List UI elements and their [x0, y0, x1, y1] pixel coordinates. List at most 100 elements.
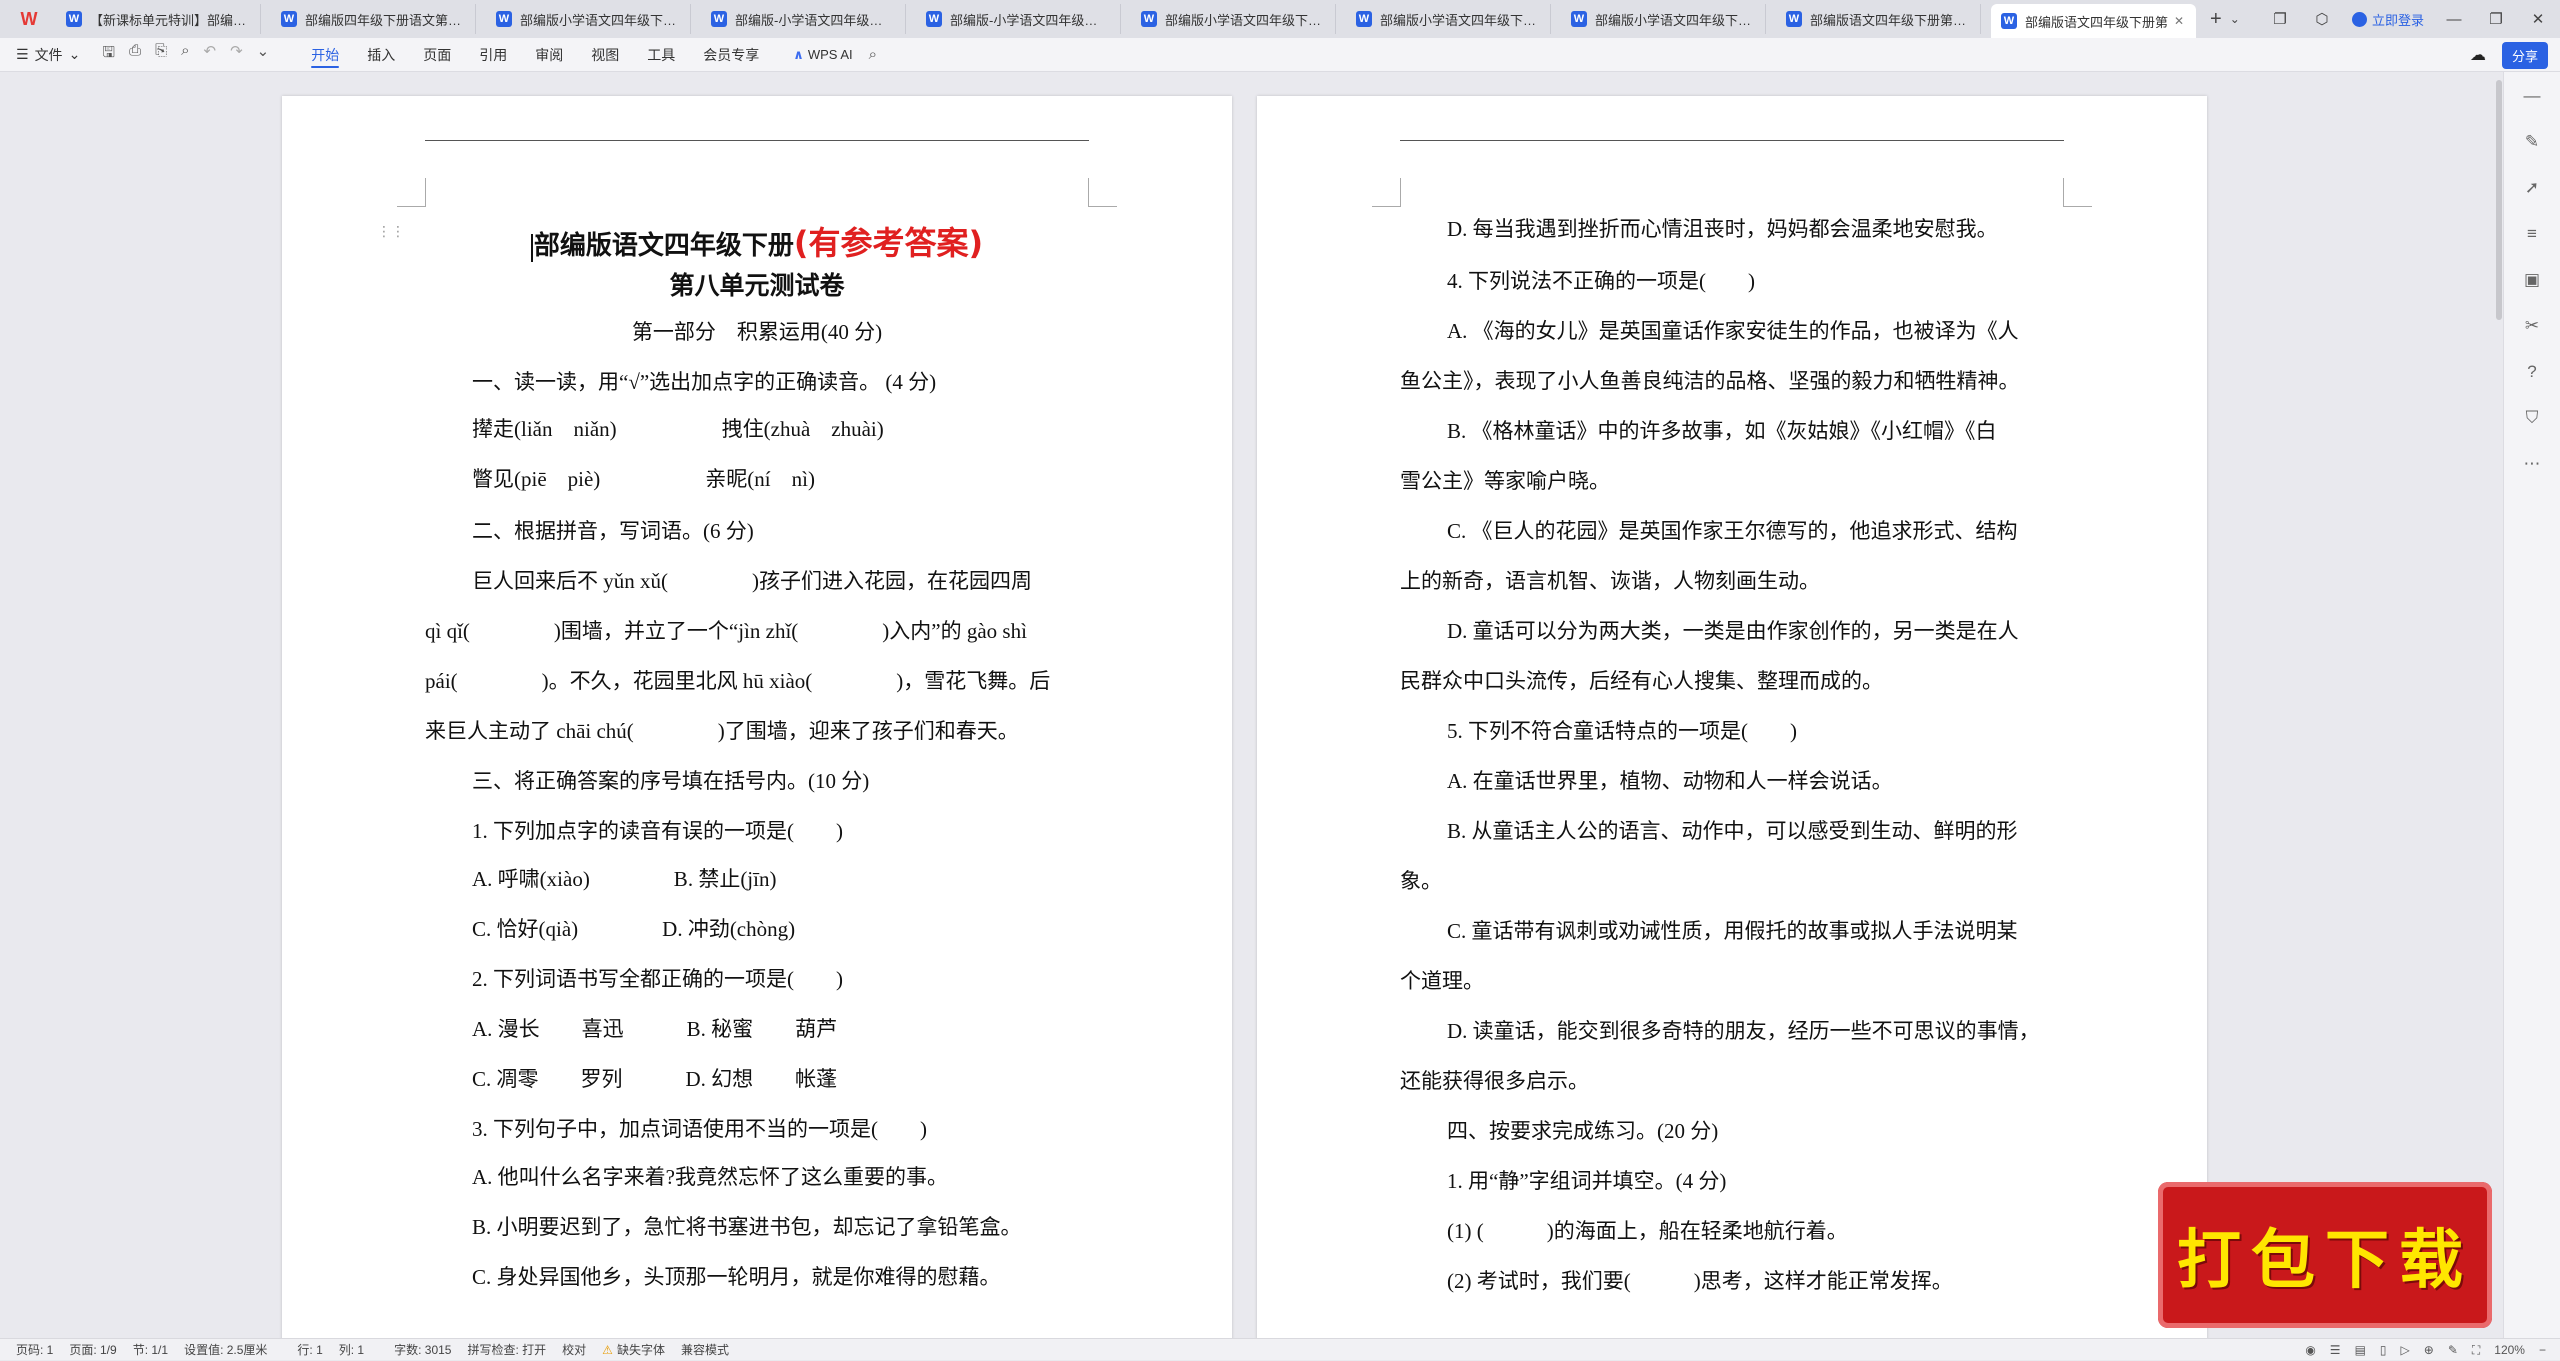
paragraph-line: pái( )。不久，花园里北风 hū xiào( )，雪花飞舞。后	[425, 669, 1051, 693]
close-icon[interactable]: ✕	[2174, 14, 2184, 28]
pen-mode-icon[interactable]: ✎	[2448, 1343, 2458, 1357]
document-tab[interactable]: W 部编版小学语文四年级下册第8	[1346, 4, 1551, 34]
status-setting-value[interactable]: 设置值: 2.5厘米	[184, 1341, 267, 1358]
close-window-icon[interactable]: ✕	[2526, 10, 2550, 28]
document-canvas[interactable]: ⋮⋮ 部编版语文四年级下册(有参考答案) 第八单元测试卷 第一部分 积累运用(4…	[0, 72, 2490, 1338]
status-missing-font[interactable]: 缺失字体	[617, 1341, 665, 1358]
zoom-out-icon[interactable]: −	[2539, 1343, 2546, 1357]
document-page-2[interactable]: D. 每当我遇到挫折而心情沮丧时，妈妈都会温柔地安慰我。 4. 下列说法不正确的…	[1257, 96, 2207, 1338]
image-edit-icon[interactable]: ▣	[2524, 270, 2540, 290]
menu-ribbon: ☰ 文件 ⌄ 🖫 ⎙ ⎘ ⌕ ↶ ↷ ⌄ 开始 插入 页面 引用 审阅 视图 工…	[0, 38, 2560, 72]
chevron-down-icon[interactable]: ⌄	[2230, 12, 2240, 26]
status-page-number[interactable]: 页码: 1	[16, 1341, 53, 1358]
question-item: 1. 下列加点字的读音有误的一项是( )	[472, 819, 843, 843]
document-tab[interactable]: W 部编版-小学语文四年级下册第8	[701, 4, 906, 34]
pinyin-choice-row: 瞥见(piē piè) 亲昵(ní nì)	[472, 467, 815, 491]
wps-logo-icon[interactable]: W	[12, 6, 46, 32]
wps-ai-label: WPS AI	[807, 47, 853, 62]
help-icon[interactable]: ?	[2527, 362, 2536, 382]
answer-option: 鱼公主》，表现了小人鱼善良纯洁的品格、坚强的毅力和牺牲精神。	[1400, 369, 2020, 393]
more-icon[interactable]: ⋯	[2524, 454, 2541, 474]
tab-tools[interactable]: 工具	[633, 38, 689, 72]
play-icon[interactable]: ▷	[2401, 1343, 2410, 1357]
status-column[interactable]: 列: 1	[339, 1341, 364, 1358]
answer-option: A. 《海的女儿》是英国童话作家安徒生的作品，也被译为《人	[1447, 319, 2019, 343]
document-tab[interactable]: W 部编版四年级下册语文第八单元	[271, 4, 476, 34]
login-label: 立即登录	[2371, 12, 2424, 28]
maximize-icon[interactable]: ❐	[2484, 10, 2508, 28]
status-bar: 页码: 1 页面: 1/9 节: 1/1 设置值: 2.5厘米 行: 1 列: …	[0, 1338, 2560, 1360]
document-page-1[interactable]: ⋮⋮ 部编版语文四年级下册(有参考答案) 第八单元测试卷 第一部分 积累运用(4…	[282, 96, 1232, 1338]
undo-icon[interactable]: ↶	[204, 42, 217, 67]
status-section[interactable]: 节: 1/1	[133, 1341, 168, 1358]
fit-icon[interactable]: ⛶	[2472, 1343, 2480, 1358]
document-tab[interactable]: W 【新课标单元特训】部编版语文	[56, 4, 261, 34]
answer-option-row: A. 漫长 喜迅 B. 秘蜜 葫芦	[472, 1017, 838, 1041]
tab-insert[interactable]: 插入	[353, 38, 409, 72]
title-answer-note: (有参考答案)	[793, 224, 984, 262]
document-tab[interactable]: W 部编版小学语文四年级下册第8	[1131, 4, 1336, 34]
file-menu[interactable]: ☰ 文件 ⌄	[16, 45, 80, 65]
margin-corner-mark	[2063, 178, 2092, 207]
save-icon[interactable]: 🖫	[102, 42, 115, 67]
pinyin-choice-row: 撵走(liǎn niǎn) 拽住(zhuà zhuài)	[472, 417, 884, 441]
share-button[interactable]: 分享	[2501, 41, 2548, 69]
document-tab-active[interactable]: W 部编版语文四年级下册第 ✕	[1991, 4, 2196, 38]
export-icon[interactable]: ⎙	[129, 42, 141, 67]
ribbon-right-tools: ☁ 分享	[2470, 38, 2548, 72]
outline-icon[interactable]: ☰	[2330, 1343, 2341, 1357]
word-doc-icon: W	[711, 11, 727, 27]
collapse-icon[interactable]: —	[2524, 86, 2541, 106]
document-tab[interactable]: W 部编版语文四年级下册第八单	[1776, 4, 1981, 34]
pen-icon[interactable]: ✎	[2525, 132, 2539, 152]
margin-corner-mark	[1088, 178, 1117, 207]
cloud-backup-icon[interactable]: ⛉	[2526, 408, 2539, 428]
login-button[interactable]: 立即登录	[2351, 10, 2424, 29]
print-preview-icon[interactable]: ⌕	[181, 42, 189, 67]
tab-page[interactable]: 页面	[409, 38, 465, 72]
zoom-level[interactable]: 120%	[2494, 1343, 2525, 1357]
status-spell-check[interactable]: 拼写检查: 打开	[467, 1341, 546, 1358]
new-tab-button[interactable]: +	[2210, 8, 2222, 31]
answer-option: 个道理。	[1400, 969, 1484, 993]
word-doc-icon: W	[1141, 11, 1157, 27]
status-word-count[interactable]: 字数: 3015	[394, 1341, 451, 1358]
question-heading: 四、按要求完成练习。(20 分)	[1447, 1119, 1719, 1143]
status-compat-mode[interactable]: 兼容模式	[681, 1341, 729, 1358]
minimize-icon[interactable]: —	[2442, 11, 2466, 28]
cloud-icon[interactable]: ☁	[2470, 45, 2486, 65]
tab-home[interactable]: 开始	[297, 38, 353, 72]
page-view-icon[interactable]: ▤	[2355, 1343, 2366, 1357]
chevron-down-icon[interactable]: ⌄	[257, 42, 270, 67]
sliders-icon[interactable]: ≡	[2527, 224, 2537, 244]
search-icon[interactable]: ⌕	[869, 46, 877, 63]
status-row[interactable]: 行: 1	[297, 1341, 322, 1358]
document-tab[interactable]: W 部编版小学语文四年级下册第8	[1561, 4, 1766, 34]
chevron-down-icon: ⌄	[68, 46, 81, 62]
tab-review[interactable]: 审阅	[521, 38, 577, 72]
redo-icon[interactable]: ↷	[230, 42, 243, 67]
status-page-count[interactable]: 页面: 1/9	[69, 1341, 116, 1358]
web-view-icon[interactable]: ⊕	[2424, 1343, 2434, 1357]
wps-ai-button[interactable]: ∧ WPS AI	[793, 47, 852, 63]
vertical-scrollbar[interactable]	[2496, 80, 2502, 320]
status-proofread[interactable]: 校对	[562, 1341, 586, 1358]
question-item: 1. 用“静”字组词并填空。(4 分)	[1447, 1169, 1727, 1193]
download-pack-badge[interactable]: 打包下载	[2158, 1182, 2492, 1328]
tools-icon[interactable]: ✂	[2525, 316, 2539, 336]
print-icon[interactable]: ⎘	[155, 42, 167, 67]
restore-tabs-icon[interactable]: ❐	[2268, 10, 2292, 28]
badge-label: 打包下载	[2177, 1224, 2473, 1298]
tab-member[interactable]: 会员专享	[689, 38, 773, 72]
cube-icon[interactable]: ⬡	[2310, 10, 2334, 28]
word-doc-icon: W	[1356, 11, 1372, 27]
tab-view[interactable]: 视图	[577, 38, 633, 72]
answer-option: C. 童话带有讽刺或劝诫性质，用假托的故事或拟人手法说明某	[1447, 919, 2018, 943]
document-tab[interactable]: W 部编版-小学语文四年级下册第8	[916, 4, 1121, 34]
select-cursor-icon[interactable]: ➚	[2525, 178, 2539, 198]
read-mode-icon[interactable]: ▯	[2380, 1343, 2387, 1357]
tab-references[interactable]: 引用	[465, 38, 521, 72]
answer-option: B. 从童话主人公的语言、动作中，可以感受到生动、鲜明的形	[1447, 819, 2018, 843]
eye-icon[interactable]: ◉	[2305, 1343, 2315, 1357]
document-tab[interactable]: W 部编版小学语文四年级下册第8	[486, 4, 691, 34]
